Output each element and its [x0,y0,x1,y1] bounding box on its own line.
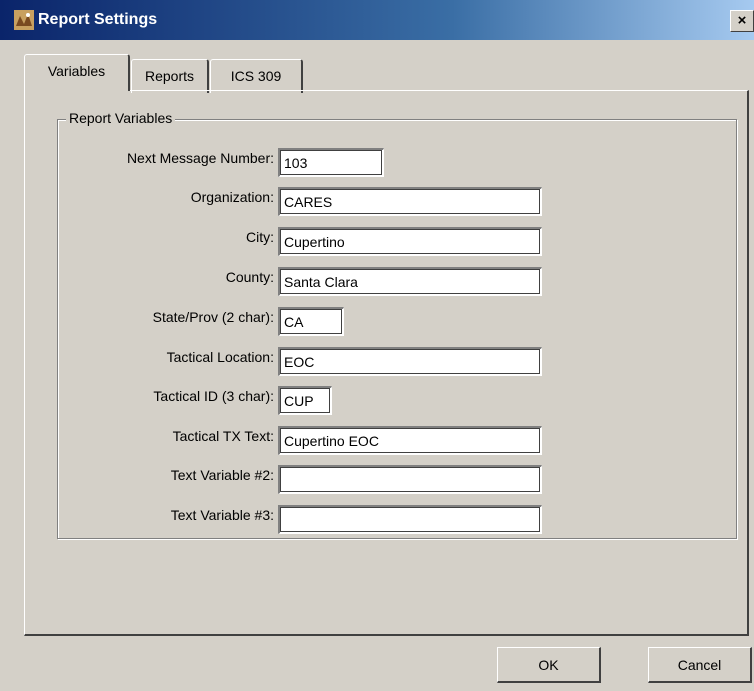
cancel-button[interactable]: Cancel [648,647,752,683]
tab-ics-309-label: ICS 309 [230,68,282,84]
tactical-location-label: Tactical Location: [166,349,274,365]
text-variable-3-label: Text Variable #3: [170,507,274,523]
report-variables-group: Report Variables Next Message Number: 10… [57,110,737,539]
tactical-id-field[interactable]: CUP [278,386,332,415]
tab-variables[interactable]: Variables [24,54,130,91]
tactical-tx-text-field[interactable]: Cupertino EOC [278,426,542,455]
tab-ics-309[interactable]: ICS 309 [210,59,303,93]
tactical-location-field[interactable]: EOC [278,347,542,376]
tab-reports[interactable]: Reports [131,59,209,93]
close-icon: × [737,12,747,29]
state-prov-label: State/Prov (2 char): [152,309,274,325]
window-title: Report Settings [38,11,158,28]
state-prov-field[interactable]: CA [278,307,344,336]
tactical-id-label: Tactical ID (3 char): [153,388,274,404]
county-field[interactable]: Santa Clara [278,267,542,296]
text-variable-3-field[interactable] [278,505,542,534]
organization-field[interactable]: CARES [278,187,542,216]
city-label: City: [246,229,274,245]
tactical-tx-text-label: Tactical TX Text: [172,428,274,444]
organization-label: Organization: [190,189,274,205]
tab-reports-label: Reports [144,68,195,84]
city-field[interactable]: Cupertino [278,227,542,256]
variables-tab-panel: Report Variables Next Message Number: 10… [24,90,749,636]
county-label: County: [225,269,274,285]
next-message-number-field[interactable]: 103 [278,148,384,177]
ok-button[interactable]: OK [497,647,601,683]
tab-variables-label: Variables [47,63,106,79]
text-variable-2-field[interactable] [278,465,542,494]
app-icon [14,10,34,30]
text-variable-2-label: Text Variable #2: [170,467,274,483]
next-message-number-label: Next Message Number: [126,150,274,166]
close-button[interactable]: × [730,10,754,32]
group-legend: Report Variables [66,110,176,126]
title-bar: Report Settings × [0,0,754,40]
